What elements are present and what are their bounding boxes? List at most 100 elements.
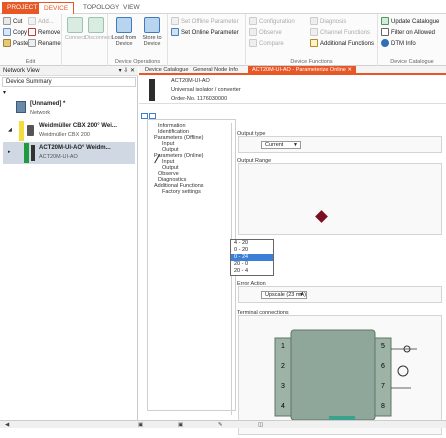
error-action-box: Upscale (23 mA) ▼ bbox=[238, 286, 442, 303]
store-icon bbox=[144, 17, 160, 33]
pane-controls[interactable]: ▾ ⇩ ✕ bbox=[119, 66, 135, 76]
set-online-label: Set Online Parameter bbox=[181, 30, 239, 36]
range-option[interactable]: 20 - 0 bbox=[231, 261, 273, 268]
tab-parameterize-online[interactable]: ACT20M-UI-AO - Parameterize Online ✕ bbox=[248, 66, 356, 75]
range-option[interactable]: 20 - 4 bbox=[231, 268, 273, 275]
copy-label: Copy bbox=[13, 30, 28, 36]
network-view-title: Network View bbox=[3, 68, 40, 74]
error-action-select[interactable]: Upscale (23 mA) ▼ bbox=[261, 291, 307, 299]
channel-functions-label: Channel Functions bbox=[320, 30, 371, 36]
paste-icon bbox=[3, 39, 11, 48]
green-device-strip bbox=[24, 143, 29, 163]
store-to-device-button[interactable]: Store to Device bbox=[139, 17, 165, 47]
observe-icon bbox=[249, 28, 257, 37]
compare-button[interactable]: Compare bbox=[249, 39, 284, 49]
collapse-toggle[interactable]: ▾ bbox=[3, 89, 135, 97]
close-icon[interactable]: ✕ bbox=[347, 67, 352, 73]
additional-functions-icon bbox=[310, 39, 318, 48]
rename-button[interactable]: Rename bbox=[28, 39, 61, 49]
channel-functions-button[interactable]: Channel Functions bbox=[310, 28, 370, 38]
cut-button[interactable]: Cut bbox=[3, 17, 22, 27]
update-catalogue-button[interactable]: Update Catalogue bbox=[381, 17, 439, 27]
terminal-number: 4 bbox=[281, 403, 285, 410]
set-offline-label: Set Offline Parameter bbox=[181, 19, 239, 25]
act-node-name: ACT20M-UI-AO° Weidm... bbox=[39, 145, 111, 151]
terminal-number: 5 bbox=[381, 343, 385, 350]
module-body bbox=[290, 329, 376, 421]
add-icon bbox=[28, 17, 36, 26]
online-icon bbox=[171, 28, 179, 37]
parameter-tree: Information Identification Parameters (O… bbox=[147, 119, 236, 411]
update-icon bbox=[381, 17, 389, 26]
filter-allowed-label: Filter on Allowed bbox=[391, 30, 436, 36]
cbx-node-sub: Weidmüller CBX 200 bbox=[39, 132, 90, 138]
diagnosis-button[interactable]: Diagnosis bbox=[310, 17, 346, 27]
output-range-dropdown[interactable]: 4 - 20 0 - 20 0 - 24 20 - 0 20 - 4 bbox=[230, 239, 274, 276]
network-view-header: Network View ▾ ⇩ ✕ bbox=[0, 66, 138, 76]
additional-functions-button[interactable]: Additional Functions bbox=[310, 39, 374, 49]
plc-icon bbox=[27, 125, 34, 136]
tab-device-catalogue[interactable]: Device Catalogue bbox=[141, 66, 192, 75]
observe-button[interactable]: Observe bbox=[249, 28, 282, 38]
range-option-selected[interactable]: 0 - 24 bbox=[231, 254, 273, 261]
tree-node-cbx200[interactable]: ◢ Weidmüller CBX 200° Wei... Weidmüller … bbox=[3, 120, 135, 142]
filter-allowed-button[interactable]: Filter on Allowed bbox=[381, 28, 435, 38]
tab-view[interactable]: VIEW bbox=[118, 2, 145, 14]
output-type-select[interactable]: Current ▼ bbox=[261, 141, 301, 149]
terminal-number: 3 bbox=[281, 383, 285, 390]
configuration-button[interactable]: Configuration bbox=[249, 17, 295, 27]
remove-icon bbox=[28, 28, 36, 37]
load-from-device-button[interactable]: Load from Device bbox=[111, 17, 137, 47]
dtm-info-button[interactable]: DTM Info bbox=[381, 39, 416, 49]
terminal-symbol-mid bbox=[397, 365, 409, 377]
tab-project[interactable]: PROJECT bbox=[2, 2, 43, 14]
tree-node-network[interactable]: [Unnamed] * Network bbox=[3, 98, 135, 120]
device-order-no: Order-No. 1176030000 bbox=[171, 96, 228, 102]
tree-node-act20m[interactable]: ▸ ACT20M-UI-AO° Weidm... ACT20M-UI-AO bbox=[3, 142, 135, 164]
device-operations-group: Load from Device Store to Device Device … bbox=[108, 14, 168, 66]
rename-icon bbox=[28, 39, 36, 48]
channel-icon bbox=[310, 28, 318, 37]
filter-icon bbox=[381, 28, 389, 37]
range-option[interactable]: 0 - 20 bbox=[231, 247, 273, 254]
set-online-parameter-button[interactable]: Set Online Parameter bbox=[171, 28, 239, 38]
range-option[interactable]: 4 - 20 bbox=[231, 240, 273, 247]
network-node-sub: Network bbox=[30, 110, 51, 116]
edit-caption: Edit bbox=[25, 59, 36, 65]
set-offline-parameter-button[interactable]: Set Offline Parameter bbox=[171, 17, 239, 27]
paste-button[interactable]: Paste bbox=[3, 39, 28, 49]
add-button[interactable]: Add... bbox=[28, 17, 54, 27]
cbx-node-name: Weidmüller CBX 200° Wei... bbox=[39, 123, 117, 129]
rename-label: Rename bbox=[38, 41, 61, 47]
scissors-icon bbox=[3, 17, 11, 26]
chevron-down-icon: ▼ bbox=[299, 292, 304, 298]
act-node-sub: ACT20M-UI-AO bbox=[39, 154, 78, 160]
disconnect-button[interactable]: Disconnect bbox=[85, 17, 112, 41]
device-summary-field[interactable]: Device Summary bbox=[2, 77, 136, 87]
compare-icon bbox=[249, 39, 257, 48]
terminal-number: 1 bbox=[281, 343, 285, 350]
offline-icon bbox=[171, 17, 179, 26]
module-icon bbox=[31, 145, 35, 161]
tab-general-node-info[interactable]: General Node Info bbox=[189, 66, 242, 75]
remove-label: Remove bbox=[38, 30, 61, 36]
parameter-group: Set Offline Parameter Set Online Paramet… bbox=[168, 14, 246, 66]
info-icon bbox=[381, 39, 389, 48]
output-range-box bbox=[238, 163, 442, 235]
device-operations-caption: Device Operations bbox=[114, 59, 161, 65]
status-bar: ◀ ▣ ▣ ✎ ◫ bbox=[0, 420, 446, 428]
connect-button[interactable]: Connect bbox=[65, 17, 86, 41]
document-area: Device Catalogue General Node Info ACT20… bbox=[139, 66, 446, 435]
tab-device[interactable]: DEVICE bbox=[38, 2, 75, 14]
add-label: Add... bbox=[38, 19, 54, 25]
terminal-number: 6 bbox=[381, 363, 385, 370]
device-name: ACT20M-UI-AO bbox=[171, 78, 210, 84]
output-type-value: Current bbox=[265, 142, 284, 148]
copy-button[interactable]: Copy bbox=[3, 28, 27, 38]
device-image bbox=[149, 79, 155, 101]
remove-button[interactable]: Remove bbox=[28, 28, 60, 38]
device-catalogue-caption: Device Catalogue bbox=[390, 59, 434, 65]
network-node-name: [Unnamed] * bbox=[30, 101, 66, 107]
tree-factory-settings[interactable]: Factory settings bbox=[162, 189, 201, 195]
configuration-icon bbox=[249, 17, 257, 26]
